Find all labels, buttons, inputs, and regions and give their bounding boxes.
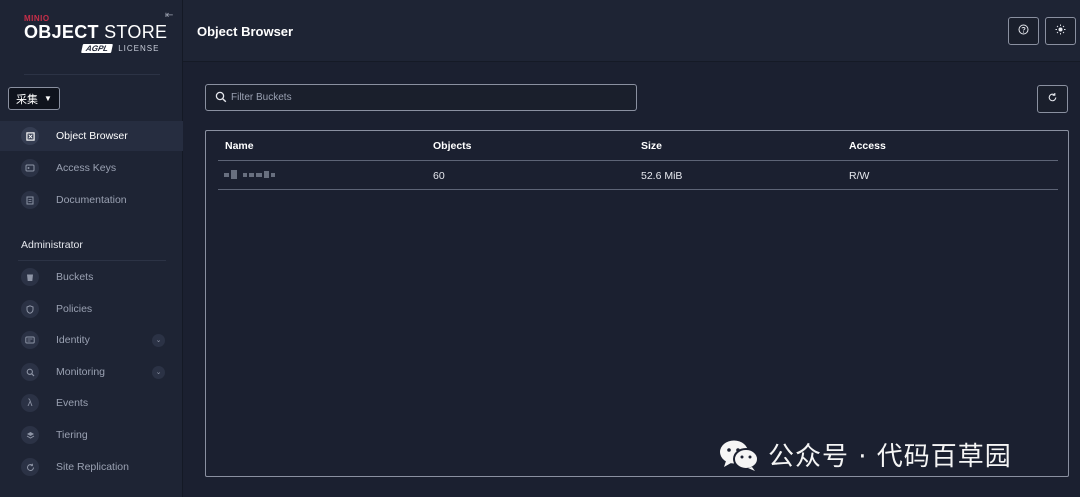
row-divider xyxy=(218,189,1058,190)
watermark-text: 公众号 · 代码百草园 xyxy=(768,442,1012,472)
sidebar-item-events[interactable]: λ Events xyxy=(0,388,183,418)
sidebar-item-monitoring[interactable]: Monitoring ⌄ xyxy=(0,357,183,387)
table-cell-size: 52.6 MiB xyxy=(641,170,683,182)
chevron-down-icon[interactable]: ⌄ xyxy=(152,365,165,379)
bucket-icon xyxy=(21,268,39,286)
logo-divider xyxy=(24,74,160,75)
replication-icon xyxy=(21,458,39,476)
refresh-button[interactable] xyxy=(1037,85,1068,113)
collapse-sidebar-icon[interactable]: ⇤ xyxy=(165,10,173,21)
sidebar-item-label: Documentation xyxy=(56,194,127,206)
sun-icon xyxy=(1055,24,1066,38)
bucket-name-redacted[interactable] xyxy=(224,170,275,179)
sidebar-item-label: Monitoring xyxy=(56,366,106,378)
sidebar-item-label: Events xyxy=(56,397,89,409)
id-card-icon xyxy=(21,331,39,349)
section-title-administrator: Administrator xyxy=(21,239,83,251)
refresh-icon xyxy=(1047,92,1058,106)
sidebar-item-buckets[interactable]: Buckets xyxy=(0,262,183,292)
sidebar-item-site-replication[interactable]: Site Replication xyxy=(0,452,183,482)
help-icon xyxy=(1018,24,1029,38)
key-icon xyxy=(21,159,39,177)
sidebar-item-label: Access Keys xyxy=(56,162,117,174)
sidebar-item-access-keys[interactable]: Access Keys xyxy=(0,153,183,183)
logo-title: OBJECT STORE xyxy=(24,22,168,42)
sidebar-item-documentation[interactable]: Documentation xyxy=(0,185,183,215)
header-divider xyxy=(218,160,1058,161)
workspace-select[interactable]: 采集 ▼ xyxy=(8,87,60,110)
table-cell-access: R/W xyxy=(849,170,870,182)
filter-buckets-field[interactable] xyxy=(205,84,637,111)
shield-icon xyxy=(21,300,39,318)
caret-down-icon: ▼ xyxy=(44,94,52,103)
watermark: 公众号 · 代码百草园 xyxy=(718,436,1012,473)
page-title: Object Browser xyxy=(197,24,294,39)
wechat-icon xyxy=(720,440,759,471)
lambda-icon: λ xyxy=(21,394,39,412)
sidebar-item-label: Object Browser xyxy=(56,130,128,142)
logo-license: AGPL LICENSE xyxy=(81,44,160,53)
section-divider xyxy=(18,260,166,261)
search-icon xyxy=(215,91,227,103)
chevron-down-icon[interactable]: ⌄ xyxy=(152,333,165,347)
help-button[interactable] xyxy=(1008,17,1039,45)
column-header-access[interactable]: Access xyxy=(849,140,886,152)
workspace-select-value: 采集 xyxy=(16,93,39,106)
layers-icon xyxy=(21,426,39,444)
sidebar-item-identity[interactable]: Identity ⌄ xyxy=(0,325,183,355)
sidebar-item-tiering[interactable]: Tiering xyxy=(0,420,183,450)
buckets-table xyxy=(205,130,1069,477)
filter-buckets-input[interactable] xyxy=(231,85,631,110)
column-header-name[interactable]: Name xyxy=(225,140,254,152)
sidebar-item-label: Buckets xyxy=(56,271,94,283)
column-header-objects[interactable]: Objects xyxy=(433,140,472,152)
column-header-size[interactable]: Size xyxy=(641,140,662,152)
sidebar-item-object-browser[interactable]: Object Browser xyxy=(0,121,183,151)
agpl-badge: AGPL xyxy=(81,44,114,53)
sidebar: MINIO OBJECT STORE AGPL LICENSE ⇤ 采集 ▼ O… xyxy=(0,0,183,497)
monitoring-icon xyxy=(21,363,39,381)
document-icon xyxy=(21,191,39,209)
sidebar-item-label: Policies xyxy=(56,303,93,315)
table-cell-objects: 60 xyxy=(433,170,445,182)
object-browser-icon xyxy=(21,127,39,145)
sidebar-item-label: Tiering xyxy=(56,429,88,441)
page-header: Object Browser xyxy=(183,0,1080,62)
license-label: LICENSE xyxy=(118,44,160,53)
sidebar-item-label: Site Replication xyxy=(56,461,129,473)
sidebar-item-policies[interactable]: Policies xyxy=(0,294,183,324)
theme-toggle-button[interactable] xyxy=(1045,17,1076,45)
minio-logo[interactable]: MINIO OBJECT STORE AGPL LICENSE xyxy=(24,14,168,60)
sidebar-item-label: Identity xyxy=(56,334,90,346)
